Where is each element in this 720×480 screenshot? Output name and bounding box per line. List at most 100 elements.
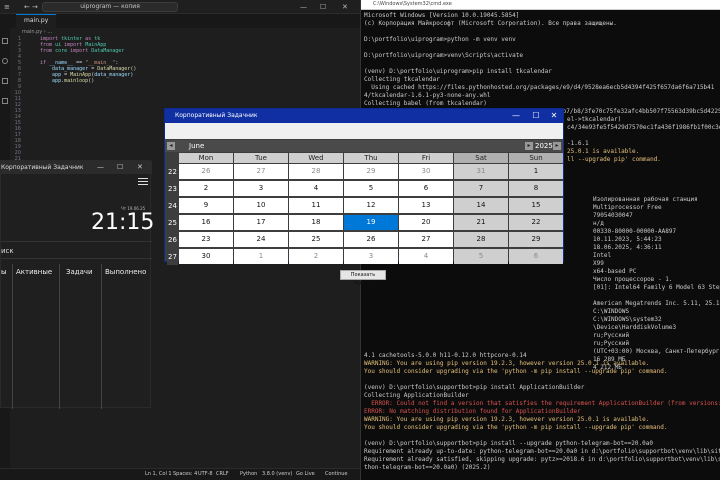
calendar-day[interactable]: 13 — [399, 198, 453, 213]
weekday-header: Thu — [344, 153, 398, 163]
extensions-icon[interactable] — [2, 98, 8, 104]
breadcrumb[interactable]: main.py › ... — [22, 29, 52, 35]
calendar-day[interactable]: 16 — [179, 215, 233, 230]
calendar-day[interactable]: 7 — [454, 181, 508, 196]
calendar-day[interactable]: 10 — [234, 198, 288, 213]
calendar-day[interactable]: 21 — [454, 215, 508, 230]
weekday-header: Tue — [234, 153, 288, 163]
indentation[interactable]: Spaces: 4 — [173, 471, 197, 477]
calendar-day[interactable]: 1 — [234, 249, 288, 264]
interpreter[interactable]: 3.8.0 (venv) — [262, 471, 292, 477]
go-live[interactable]: Go Live — [296, 471, 315, 477]
minimize-icon[interactable]: — — [300, 0, 307, 14]
maximize-icon[interactable]: ☐ — [117, 163, 123, 171]
calendar-day[interactable]: 26 — [179, 164, 233, 179]
language-mode[interactable]: Python — [240, 471, 257, 477]
calendar-day[interactable]: 12 — [344, 198, 398, 213]
calendar-day[interactable]: 28 — [454, 232, 508, 247]
console-line: x64-based PC — [593, 268, 637, 275]
calendar-grid: Mon Tue Wed Thu Fri Sat Sun 22 26 27 28 29 30 31 1 23 2 3… — [165, 109, 563, 265]
menu-icon[interactable] — [138, 178, 148, 179]
calendar-day[interactable]: 26 — [344, 232, 398, 247]
calendar-day[interactable]: 8 — [509, 181, 563, 196]
tab-main-py[interactable]: main.py — [16, 14, 56, 28]
calendar-day[interactable]: 20 — [399, 215, 453, 230]
calendar-day[interactable]: 31 — [454, 164, 508, 179]
console-line: 10.11.2023, 5:44:23 — [593, 236, 662, 243]
calendar-day[interactable]: 1 — [509, 164, 563, 179]
back-arrow-icon[interactable]: ← — [24, 0, 30, 14]
console-line: -1.6.1 — [567, 140, 589, 147]
console-line: (venv) D:\portfolio\uiprogram>pip instal… — [364, 68, 552, 75]
code-editor[interactable]: import tkinter as tk from ui import Main… — [40, 36, 136, 84]
tasks-app-window: Корпоративный Задачник — ☐ ✕ Чт 19.06.25… — [0, 160, 154, 409]
encoding[interactable]: UTF-8 — [198, 471, 213, 477]
close-icon[interactable]: ✕ — [137, 163, 143, 171]
weekday-header: Mon — [179, 153, 233, 163]
console-line: American Megatrends Inc. 5.11, 25.11. — [593, 300, 720, 307]
maximize-icon[interactable]: ☐ — [320, 0, 326, 14]
close-icon[interactable]: ✕ — [342, 0, 348, 14]
source-control-icon[interactable] — [2, 78, 8, 84]
search-icon[interactable] — [2, 58, 8, 64]
calendar-day[interactable]: 27 — [234, 164, 288, 179]
calendar-day[interactable]: 27 — [399, 232, 453, 247]
console-line: Число процессоров - 1. — [593, 276, 673, 283]
cursor-position[interactable]: Ln 1, Col 1 — [145, 471, 172, 477]
menu-icon-line — [138, 184, 148, 185]
calendar-day[interactable]: 4 — [289, 181, 343, 196]
calendar-day[interactable]: 3 — [234, 181, 288, 196]
console-line: C:\WINDOWS — [593, 308, 630, 315]
calendar-day[interactable]: 30 — [399, 164, 453, 179]
console-line: Multiprocessor Free — [593, 204, 662, 211]
calendar-day[interactable]: 11 — [289, 198, 343, 213]
weekday-header: Fri — [399, 153, 453, 163]
forward-arrow-icon[interactable]: → — [32, 0, 38, 14]
console-line: ERROR: Could not find a version that sat… — [364, 400, 720, 407]
calendar-day[interactable]: 25 — [289, 232, 343, 247]
calendar-day[interactable]: 30 — [179, 249, 233, 264]
console-line: 4.1 cachetools-5.0.0 h11-0.12.0 httpcore… — [364, 352, 527, 359]
console-line: ll --upgrade pip' command. — [567, 156, 661, 163]
line-ending[interactable]: CRLF — [216, 471, 229, 477]
console-line: Collecting tkcalendar — [364, 76, 440, 83]
calendar-day[interactable]: 17 — [234, 215, 288, 230]
console-line: ERROR: No matching distribution found fo… — [364, 408, 581, 415]
calendar-day[interactable]: 4 — [399, 249, 453, 264]
calendar-day[interactable]: 5 — [344, 181, 398, 196]
search-bar[interactable]: иск — [1, 241, 152, 259]
column-header: ы — [1, 264, 13, 409]
weekday-header: Sun — [509, 153, 563, 163]
minimize-icon[interactable]: — — [97, 163, 104, 171]
calendar-day[interactable]: 28 — [289, 164, 343, 179]
console-line: (venv) D:\portfolio\supportbot>pip insta… — [364, 384, 585, 391]
console-line: н/д — [593, 220, 604, 227]
console-line: You should consider upgrading via the 'p… — [364, 368, 668, 375]
calendar-day[interactable]: 14 — [454, 198, 508, 213]
calendar-day[interactable]: 3 — [344, 249, 398, 264]
tasks-app-title: Корпоративный Задачник — [1, 164, 84, 171]
weekday-header: Sat — [454, 153, 508, 163]
calendar-day[interactable]: 22 — [509, 215, 563, 230]
calendar-day[interactable]: 29 — [509, 232, 563, 247]
calendar-day[interactable]: 23 — [179, 232, 233, 247]
calendar-day[interactable]: 15 — [509, 198, 563, 213]
explorer-icon[interactable] — [2, 38, 8, 44]
calendar-day[interactable]: 2 — [289, 249, 343, 264]
console-line: Collecting ApplicationBuilder — [364, 392, 469, 399]
calendar-day[interactable]: 19 — [344, 215, 398, 230]
calendar-day[interactable]: 6 — [399, 181, 453, 196]
command-center-search[interactable]: uiprogram — копия — [42, 2, 178, 12]
calendar-day[interactable]: 9 — [179, 198, 233, 213]
calendar-day[interactable]: 2 — [179, 181, 233, 196]
calendar-day[interactable]: 18 — [289, 215, 343, 230]
show-tasks-button[interactable]: Показать задачи — [340, 270, 386, 286]
column-tasks: Задачи — [60, 264, 102, 409]
week-number: 27 — [167, 249, 178, 265]
calendar-day[interactable]: 5 — [454, 249, 508, 264]
weekday-header: Wed — [289, 153, 343, 163]
calendar-day[interactable]: 6 — [509, 249, 563, 264]
calendar-day[interactable]: 29 — [344, 164, 398, 179]
continue[interactable]: Continue — [325, 471, 347, 477]
calendar-day[interactable]: 24 — [234, 232, 288, 247]
